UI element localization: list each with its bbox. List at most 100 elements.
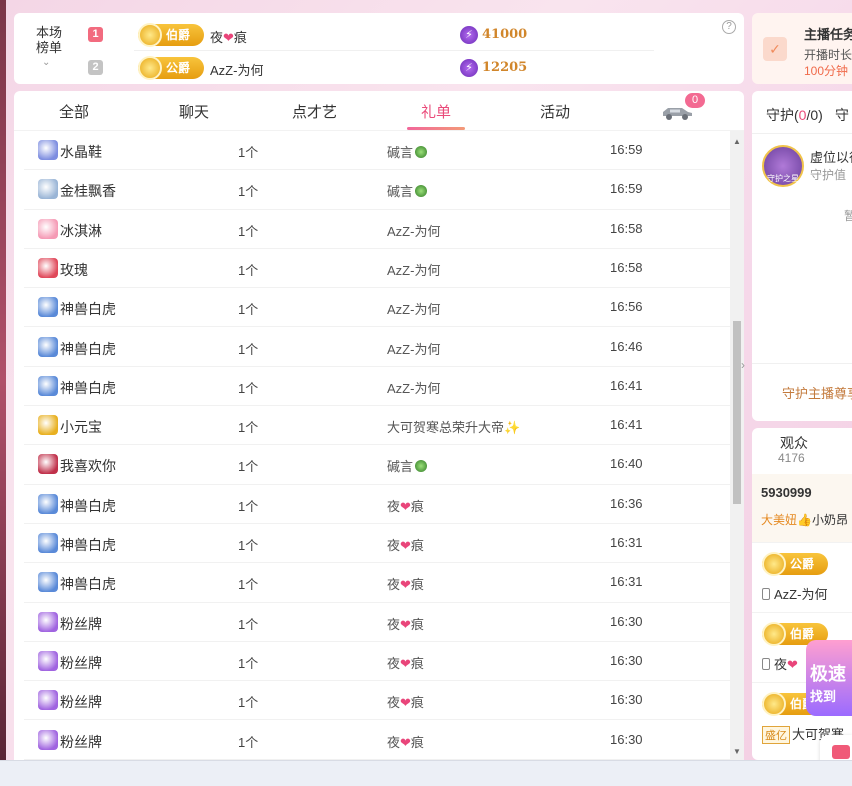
heart-icon: ❤ [400,655,411,671]
guard-anchor-button[interactable]: 守护主播尊享 [782,383,852,402]
gift-icon [38,179,58,200]
phone-icon [762,658,770,670]
chevron-right-icon[interactable]: › [741,358,745,372]
gift-row[interactable]: 粉丝牌 1个 夜❤痕 16:30 [14,721,730,760]
tab-gifts[interactable]: 礼单 [421,101,451,122]
task-check-icon: ✓ [763,37,787,61]
audience-item[interactable]: 公爵 AzZ-为何 [752,542,852,612]
gift-row[interactable]: 我喜欢你 1个 碱言 16:40 [14,445,730,485]
tab-guard-2[interactable]: 守 [835,105,849,125]
gift-sender: 夜❤痕 [387,616,424,632]
gift-sender: AzZ-为何 [387,223,441,239]
melon-emoji-icon [415,185,428,198]
crown-coin-icon [762,692,786,716]
gift-time: 16:46 [610,338,643,354]
task-reward: 100分钟 [804,64,849,78]
gift-quantity: 1个 [238,380,259,396]
rank-row[interactable]: 1 伯爵 夜❤痕 ⚡ 41000 [88,23,648,47]
heart-icon: ❤ [400,538,411,553]
tab-bar: 全部 聊天 点才艺 礼单 活动 0 [14,91,744,131]
rank-user-name: AzZ-为何 [210,63,264,78]
active-tab-indicator [407,127,465,130]
promo-banner[interactable]: 极速 找到 [806,640,852,716]
thumb-icon: 👍 [797,513,812,527]
tab-events[interactable]: 活动 [540,101,570,122]
scrollbar-thumb[interactable] [733,321,741,504]
contribution-value: 41000 [482,27,528,42]
rank-row[interactable]: 2 公爵 AzZ-为何 ⚡ 12205 [88,56,648,80]
car-count-badge: 0 [685,93,705,108]
heart-icon: ❤ [400,734,411,750]
gift-name: 神兽白虎 [60,301,116,318]
bottom-bar [0,760,852,786]
tab-all[interactable]: 全部 [59,101,89,122]
gift-sender: AzZ-为何 [387,341,441,357]
gift-row[interactable]: 小元宝 1个 大可贺寒总荣升大帝✨ 16:41 [14,406,730,446]
gift-time: 16:30 [610,692,643,708]
gift-name: 神兽白虎 [60,340,116,357]
gift-list[interactable]: 水晶鞋 1个 碱言 16:59 金桂飘香 1个 碱言 16:59 冰淇淋 1个 AzZ-为何 16:5… [14,131,730,760]
gift-row[interactable]: 神兽白虎 1个 夜❤痕 16:36 [14,485,730,524]
gift-icon [38,454,58,475]
tab-talent[interactable]: 点才艺 [292,101,337,122]
scroll-up-arrow-icon[interactable]: ▲ [733,137,741,146]
gift-time: 16:30 [610,731,643,747]
gift-row[interactable]: 神兽白虎 1个 AzZ-为何 16:56 [14,288,730,328]
gift-sender: 大可贺寒总荣升大帝✨ [387,420,521,436]
gift-time: 16:59 [610,181,643,197]
gift-sender: 碱言 [387,456,428,475]
badge-label: 公爵 [166,61,191,75]
rank-number: 1 [88,27,103,42]
gift-row[interactable]: 神兽白虎 1个 AzZ-为何 16:46 [14,328,730,367]
gift-row[interactable]: 粉丝牌 1个 夜❤痕 16:30 [14,603,730,642]
gift-row[interactable]: 神兽白虎 1个 夜❤痕 16:31 [14,524,730,564]
chevron-down-icon[interactable]: ⌄ [42,57,50,68]
help-icon[interactable]: ? [722,20,736,34]
scroll-down-arrow-icon[interactable]: ▼ [733,747,741,756]
audience-item[interactable]: 5930999 大美妞👍小奶昂 [752,474,852,542]
heart-icon: ❤ [400,616,411,632]
audience-title[interactable]: 观众 [780,433,808,453]
session-rank-card: 本场榜单 ⌄ 1 伯爵 夜❤痕 ⚡ 41000 2 公爵 AzZ-为何 ⚡ 12… [14,13,744,84]
gift-icon [38,257,58,278]
task-subtitle: 开播时长 [804,48,852,62]
user-name: 夜❤ [762,654,798,673]
guard-vacant-text: 虚位以待 [810,150,852,165]
rank-user-name: 夜❤痕 [210,30,247,45]
gift-quantity: 1个 [238,420,259,436]
gift-time: 16:36 [610,495,643,511]
gift-row[interactable]: 金桂飘香 1个 碱言 16:59 [14,170,730,210]
melon-emoji-icon [415,146,428,158]
heart-icon: ❤ [400,695,411,711]
gift-quantity: 1个 [238,734,259,750]
gift-quantity: 1个 [238,498,259,514]
gift-row[interactable]: 神兽白虎 1个 AzZ-为何 16:41 [14,367,730,407]
gift-row[interactable]: 冰淇淋 1个 AzZ-为何 16:58 [14,210,730,249]
gift-time: 16:30 [610,613,643,629]
bolt-icon: ⚡ [460,59,478,77]
gift-sender: 夜❤痕 [387,577,424,593]
gift-row[interactable]: 粉丝牌 1个 夜❤痕 16:30 [14,681,730,721]
noble-badge: 公爵 [762,552,828,576]
anchor-task-card[interactable]: ✓ 主播任务 开播时长 100分钟 [752,13,852,84]
guard-panel: 守护(0/0) 守 守护之星 虚位以待 守护值 暂 守护主播尊享 [752,91,852,421]
audience-count: 4176 [778,451,805,465]
gift-row[interactable]: 水晶鞋 1个 碱言 16:59 [14,131,730,171]
gift-name: 金桂飘香 [60,183,116,200]
gift-name: 水晶鞋 [60,144,102,160]
gift-row[interactable]: 神兽白虎 1个 夜❤痕 16:31 [14,563,730,603]
gift-name: 神兽白虎 [60,379,116,396]
gift-sender: 夜❤痕 [387,734,424,750]
gift-row[interactable]: 粉丝牌 1个 夜❤痕 16:30 [14,642,730,682]
user-name: AzZ-为何 [762,584,827,603]
rank-title[interactable]: 本场榜单 [34,25,64,55]
gift-time: 16:58 [610,220,643,236]
gift-name: 我喜欢你 [60,458,116,475]
tab-guard[interactable]: 守护(0/0) [766,105,823,125]
gift-sender: 碱言 [387,142,428,161]
tab-chat[interactable]: 聊天 [179,101,209,122]
gift-row[interactable]: 玫瑰 1个 AzZ-为何 16:58 [14,249,730,289]
gift-name: 粉丝牌 [60,694,102,711]
contribution-value: 12205 [482,60,528,75]
scrollbar[interactable]: ▲ ▼ [730,131,744,760]
